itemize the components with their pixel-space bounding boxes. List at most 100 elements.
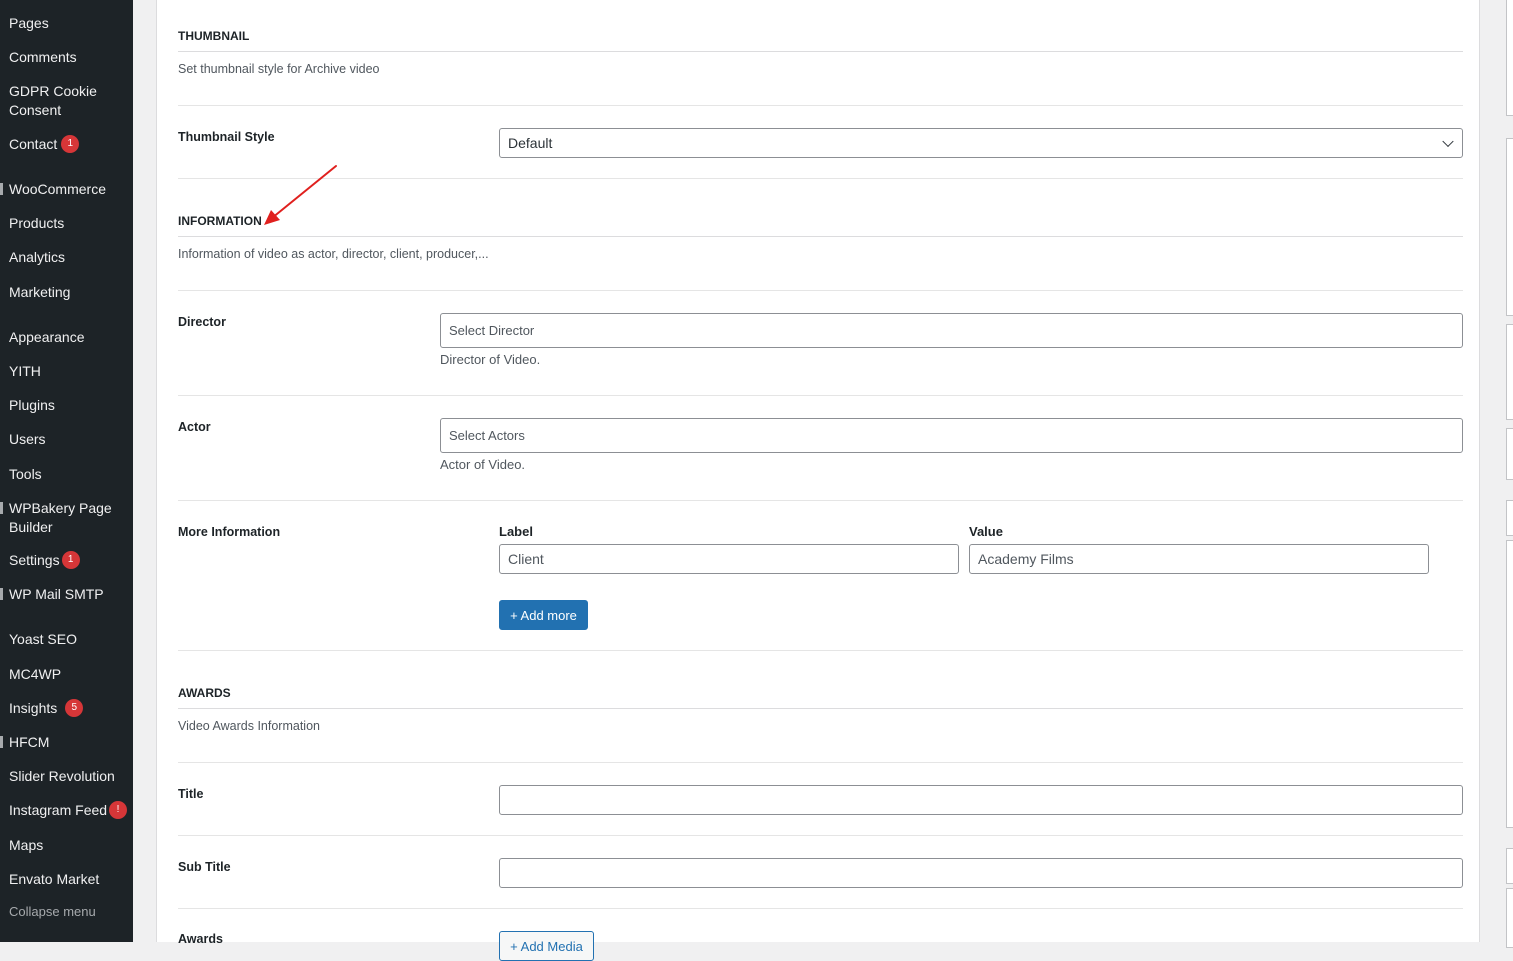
award-subtitle-input[interactable] xyxy=(499,858,1463,888)
notification-badge: 1 xyxy=(61,135,80,154)
sidebar-item-analytics[interactable]: Analytics xyxy=(9,248,65,267)
more-information-label: More Information xyxy=(178,525,281,539)
menu-separator xyxy=(0,183,3,195)
more-info-value-value: Academy Films xyxy=(978,551,1074,567)
sidebar-item-appearance[interactable]: Appearance xyxy=(9,328,85,347)
chevron-down-icon xyxy=(1442,135,1454,148)
divider xyxy=(178,51,1463,52)
divider xyxy=(178,650,1463,651)
sidebar-item-wp-mail-smtp[interactable]: WP Mail SMTP xyxy=(9,585,104,604)
side-meta-box xyxy=(1506,138,1513,316)
sidebar-item-wpbakery-page-builder[interactable]: WPBakery Page Builder xyxy=(9,499,124,536)
sidebar-item-settings[interactable]: Settings 1 xyxy=(9,551,80,570)
sidebar-item-label: Contact xyxy=(9,136,58,152)
more-info-value-input[interactable]: Academy Films xyxy=(969,544,1429,574)
side-meta-box xyxy=(1506,324,1513,420)
side-meta-box xyxy=(1506,888,1513,948)
sidebar-item-label: Users xyxy=(9,431,46,447)
more-info-label-value: Client xyxy=(508,551,544,567)
side-meta-box xyxy=(1506,500,1513,536)
notification-badge: 5 xyxy=(65,699,84,718)
sidebar-item-yoast-seo[interactable]: Yoast SEO xyxy=(9,630,77,649)
actor-help-text: Actor of Video. xyxy=(440,457,526,472)
divider xyxy=(178,178,1463,179)
divider xyxy=(178,500,1463,501)
divider xyxy=(178,835,1463,836)
sidebar-item-pages[interactable]: Pages xyxy=(9,14,49,33)
sidebar-item-yith[interactable]: YITH xyxy=(9,362,41,381)
award-subtitle-label: Sub Title xyxy=(178,860,231,874)
notification-badge: ! xyxy=(109,801,128,820)
sidebar-item-contact[interactable]: Contact 1 xyxy=(9,135,80,154)
sidebar-item-label: HFCM xyxy=(9,734,50,750)
director-help-text: Director of Video. xyxy=(440,352,541,367)
collapse-menu-label: Collapse menu xyxy=(9,904,96,919)
divider xyxy=(178,708,1463,709)
sidebar-item-label: Settings xyxy=(9,552,60,568)
sidebar-item-woocommerce[interactable]: WooCommerce xyxy=(9,180,106,199)
actor-label: Actor xyxy=(178,420,211,434)
sidebar-item-mc4wp[interactable]: MC4WP xyxy=(9,665,61,684)
sidebar-item-hfcm[interactable]: HFCM xyxy=(9,733,49,752)
menu-separator xyxy=(0,588,3,600)
sidebar-item-label: Products xyxy=(9,215,65,231)
menu-separator xyxy=(0,502,3,514)
side-meta-box xyxy=(1506,540,1513,828)
sidebar-item-comments[interactable]: Comments xyxy=(9,48,77,67)
side-meta-box xyxy=(1506,0,1513,116)
sidebar-item-label: Instagram Feed xyxy=(9,802,108,818)
award-title-input[interactable] xyxy=(499,785,1463,815)
director-label: Director xyxy=(178,315,226,329)
sidebar-item-maps[interactable]: Maps xyxy=(9,836,43,855)
divider xyxy=(178,395,1463,396)
section-description-thumbnail: Set thumbnail style for Archive video xyxy=(178,62,380,76)
side-meta-box xyxy=(1506,848,1513,884)
sidebar-item-products[interactable]: Products xyxy=(9,214,64,233)
sidebar-item-label: Envato Market xyxy=(9,871,100,887)
sidebar-item-label: Analytics xyxy=(9,249,66,265)
sidebar-item-gdpr-cookie-consent[interactable]: GDPR Cookie Consent xyxy=(9,82,119,119)
sidebar-item-label: Tools xyxy=(9,466,42,482)
section-description-awards: Video Awards Information xyxy=(178,719,320,733)
actor-placeholder: Select Actors xyxy=(449,428,525,443)
thumbnail-style-select[interactable]: Default xyxy=(499,128,1463,158)
side-meta-box xyxy=(1506,428,1513,480)
sidebar-item-insights[interactable]: Insights 5 xyxy=(9,699,84,718)
sidebar-item-tools[interactable]: Tools xyxy=(9,465,42,484)
divider xyxy=(178,762,1463,763)
section-heading-awards: AWARDS xyxy=(178,686,231,700)
collapse-menu-button[interactable]: Collapse menu xyxy=(9,904,96,919)
thumbnail-style-selected-value: Default xyxy=(508,135,553,151)
sidebar-item-label: Yoast SEO xyxy=(9,631,77,647)
sidebar-item-label: Marketing xyxy=(9,284,71,300)
add-media-button[interactable]: + Add Media xyxy=(499,931,594,961)
sidebar-item-plugins[interactable]: Plugins xyxy=(9,396,55,415)
section-heading-information: INFORMATION xyxy=(178,214,262,228)
sidebar-item-users[interactable]: Users xyxy=(9,430,46,449)
sidebar-item-label: Maps xyxy=(9,837,44,853)
add-more-button[interactable]: + Add more xyxy=(499,600,588,630)
sidebar-item-slider-revolution[interactable]: Slider Revolution xyxy=(9,767,115,786)
actor-select-input[interactable]: Select Actors xyxy=(440,418,1463,453)
awards-label: Awards xyxy=(178,932,223,946)
sidebar-item-label: Comments xyxy=(9,49,77,65)
sidebar-item-envato-market[interactable]: Envato Market xyxy=(9,870,99,889)
divider xyxy=(178,290,1463,291)
annotation-arrow-icon xyxy=(264,165,337,225)
sidebar-item-marketing[interactable]: Marketing xyxy=(9,283,70,302)
sidebar-item-label: Appearance xyxy=(9,329,85,345)
divider xyxy=(178,236,1463,237)
admin-sidebar: Pages Comments GDPR Cookie Consent Conta… xyxy=(0,0,133,942)
divider xyxy=(178,105,1463,106)
sidebar-item-label: YITH xyxy=(9,363,41,379)
notification-badge: 1 xyxy=(61,551,80,570)
sidebar-item-instagram-feed[interactable]: Instagram Feed! xyxy=(9,801,128,820)
director-select-input[interactable]: Select Director xyxy=(440,313,1463,348)
more-info-label-input[interactable]: Client xyxy=(499,544,959,574)
sidebar-item-label: GDPR Cookie Consent xyxy=(9,83,97,118)
divider xyxy=(178,908,1463,909)
section-description-information: Information of video as actor, director,… xyxy=(178,247,489,261)
sidebar-item-label: Plugins xyxy=(9,397,55,413)
add-more-label: + Add more xyxy=(510,607,577,623)
director-placeholder: Select Director xyxy=(449,323,535,338)
